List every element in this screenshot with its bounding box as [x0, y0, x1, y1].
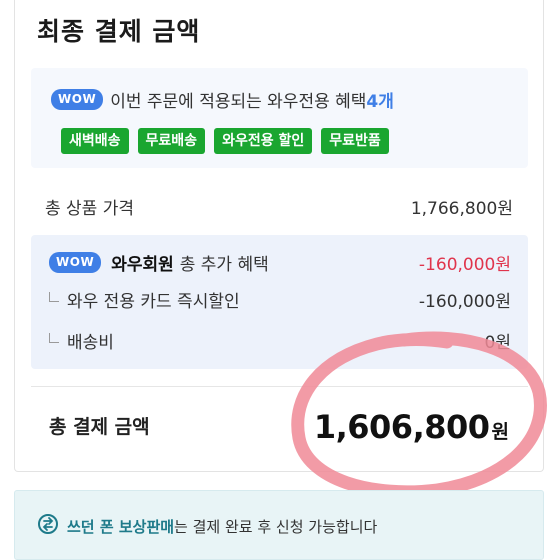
- member-benefit-label: 총 추가 혜택: [179, 255, 269, 275]
- wow-badge-member: WOW: [49, 252, 102, 273]
- wow-benefits-box: WOW 이번 주문에 적용되는 와우전용 혜택 4개 새벽배송 무료배송 와우전…: [31, 68, 528, 168]
- final-payment-label: 총 결제 금액: [49, 416, 150, 438]
- benefit-tags: 새벽배송 무료배송 와우전용 할인 무료반품: [61, 128, 389, 154]
- trade-in-banner-content: 쓰던 폰 보상판매 는 결제 완료 후 신청 가능합니다: [37, 513, 377, 539]
- trade-in-text: 는 결제 완료 후 신청 가능합니다: [174, 517, 378, 536]
- wow-benefits-line: WOW 이번 주문에 적용되는 와우전용 혜택 4개: [51, 87, 394, 112]
- member-benefit-value: -160,000원: [418, 255, 511, 275]
- member-benefit-left: WOW 와우회원 총 추가 혜택: [49, 250, 269, 275]
- card-discount-label: 와우 전용 카드 즉시할인: [67, 292, 240, 312]
- member-label: 와우회원: [111, 255, 174, 275]
- wow-benefits-count: 4개: [366, 92, 394, 112]
- total-goods-value: 1,766,800원: [410, 199, 513, 219]
- page-title: 최종 결제 금액: [37, 17, 201, 46]
- card-discount-value: -160,000원: [418, 292, 511, 312]
- trade-in-exchange-icon: [37, 513, 59, 539]
- wow-benefits-text: 이번 주문에 적용되는 와우전용 혜택: [110, 92, 367, 112]
- tag-dawn-delivery: 새벽배송: [61, 128, 129, 154]
- tag-free-return: 무료반품: [321, 128, 389, 154]
- wow-badge: WOW: [51, 89, 104, 110]
- tag-free-delivery: 무료배송: [137, 128, 206, 154]
- member-benefit-row: WOW 와우회원 총 추가 혜택 -160,000원: [49, 250, 511, 275]
- card-discount-left: 와우 전용 카드 즉시할인: [49, 287, 240, 312]
- sub-item-connector-icon: [49, 332, 59, 343]
- annotation-circle-icon: [291, 331, 547, 499]
- tag-wow-discount: 와우전용 할인: [214, 128, 313, 154]
- trade-in-highlight: 쓰던 폰 보상판매: [67, 517, 175, 536]
- shipping-fee-label: 배송비: [67, 333, 114, 353]
- card-discount-row: 와우 전용 카드 즉시할인 -160,000원: [49, 287, 511, 312]
- sub-item-connector-icon: [49, 291, 59, 302]
- total-goods-label: 총 상품 가격: [45, 199, 135, 219]
- total-goods-row: 총 상품 가격 1,766,800원: [45, 194, 513, 219]
- trade-in-banner[interactable]: 쓰던 폰 보상판매 는 결제 완료 후 신청 가능합니다: [14, 490, 544, 560]
- shipping-fee-left: 배송비: [49, 328, 114, 353]
